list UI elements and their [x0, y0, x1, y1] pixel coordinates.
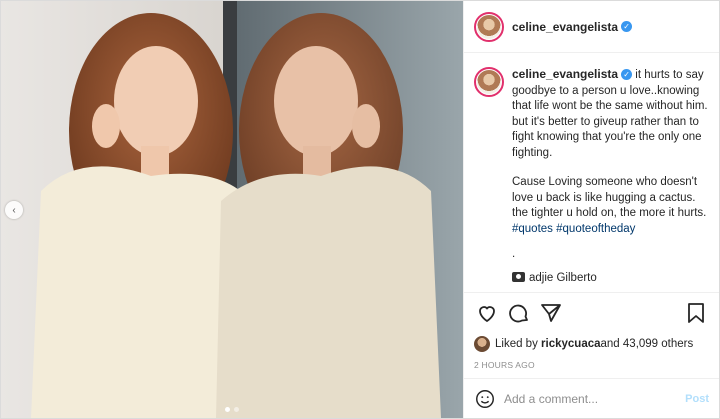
photo-illustration: [1, 1, 463, 418]
carousel-dot-2: [234, 407, 239, 412]
liker-username[interactable]: rickycuaca: [541, 338, 600, 350]
verified-badge-icon: ✓: [621, 69, 633, 81]
likes-prefix: Liked by: [495, 338, 538, 350]
caption-paragraph-2: Cause Loving someone who doesn't love u …: [512, 176, 707, 219]
heart-icon[interactable]: [474, 301, 500, 325]
share-icon[interactable]: [538, 301, 564, 325]
header-username[interactable]: celine_evangelista: [512, 20, 618, 34]
liker-avatar[interactable]: [474, 336, 490, 352]
caption-paragraph-1: it hurts to say goodbye to a person u lo…: [512, 69, 708, 159]
hashtag-quoteoftheday[interactable]: #quoteoftheday: [556, 223, 635, 235]
caption-text: celine_evangelista ✓ it hurts to say good…: [512, 67, 709, 292]
post-photo[interactable]: ‹: [1, 1, 463, 418]
caption-username[interactable]: celine_evangelista: [512, 67, 618, 81]
comment-input[interactable]: [504, 391, 686, 406]
caption-dot: .: [512, 248, 516, 260]
photo-credit: adjie Gilberto: [512, 271, 709, 287]
camera-icon: [512, 271, 525, 282]
add-comment-bar: Post: [464, 378, 719, 418]
post-header: celine_evangelista ✓: [464, 1, 719, 53]
carousel-prev-button[interactable]: ‹: [5, 201, 23, 219]
carousel-dot-1: [225, 407, 230, 412]
instagram-post: ‹ celine_evangelista ✓ celine_evangelist…: [0, 0, 720, 419]
likes-suffix[interactable]: and 43,099 others: [601, 338, 694, 350]
verified-badge-icon: ✓: [621, 21, 633, 32]
posted-timestamp: 2 HOURS AGO: [474, 360, 535, 370]
bookmark-icon[interactable]: [683, 301, 709, 325]
caption-avatar[interactable]: [474, 67, 504, 97]
post-sidebar: celine_evangelista ✓ celine_evangelista ✓…: [463, 1, 719, 418]
carousel-indicator: [1, 407, 463, 412]
action-bar: [464, 292, 719, 332]
avatar[interactable]: [474, 11, 504, 42]
caption-area: celine_evangelista ✓ it hurts to say good…: [464, 53, 719, 292]
comment-icon[interactable]: [506, 301, 532, 325]
photo-credit-name: adjie Gilberto: [529, 271, 597, 284]
hashtag-quotes[interactable]: #quotes: [512, 223, 553, 235]
likes-summary: Liked by rickycuaca and 43,099 others: [464, 332, 719, 356]
emoji-icon[interactable]: [474, 388, 496, 410]
post-comment-button[interactable]: Post: [685, 393, 709, 405]
